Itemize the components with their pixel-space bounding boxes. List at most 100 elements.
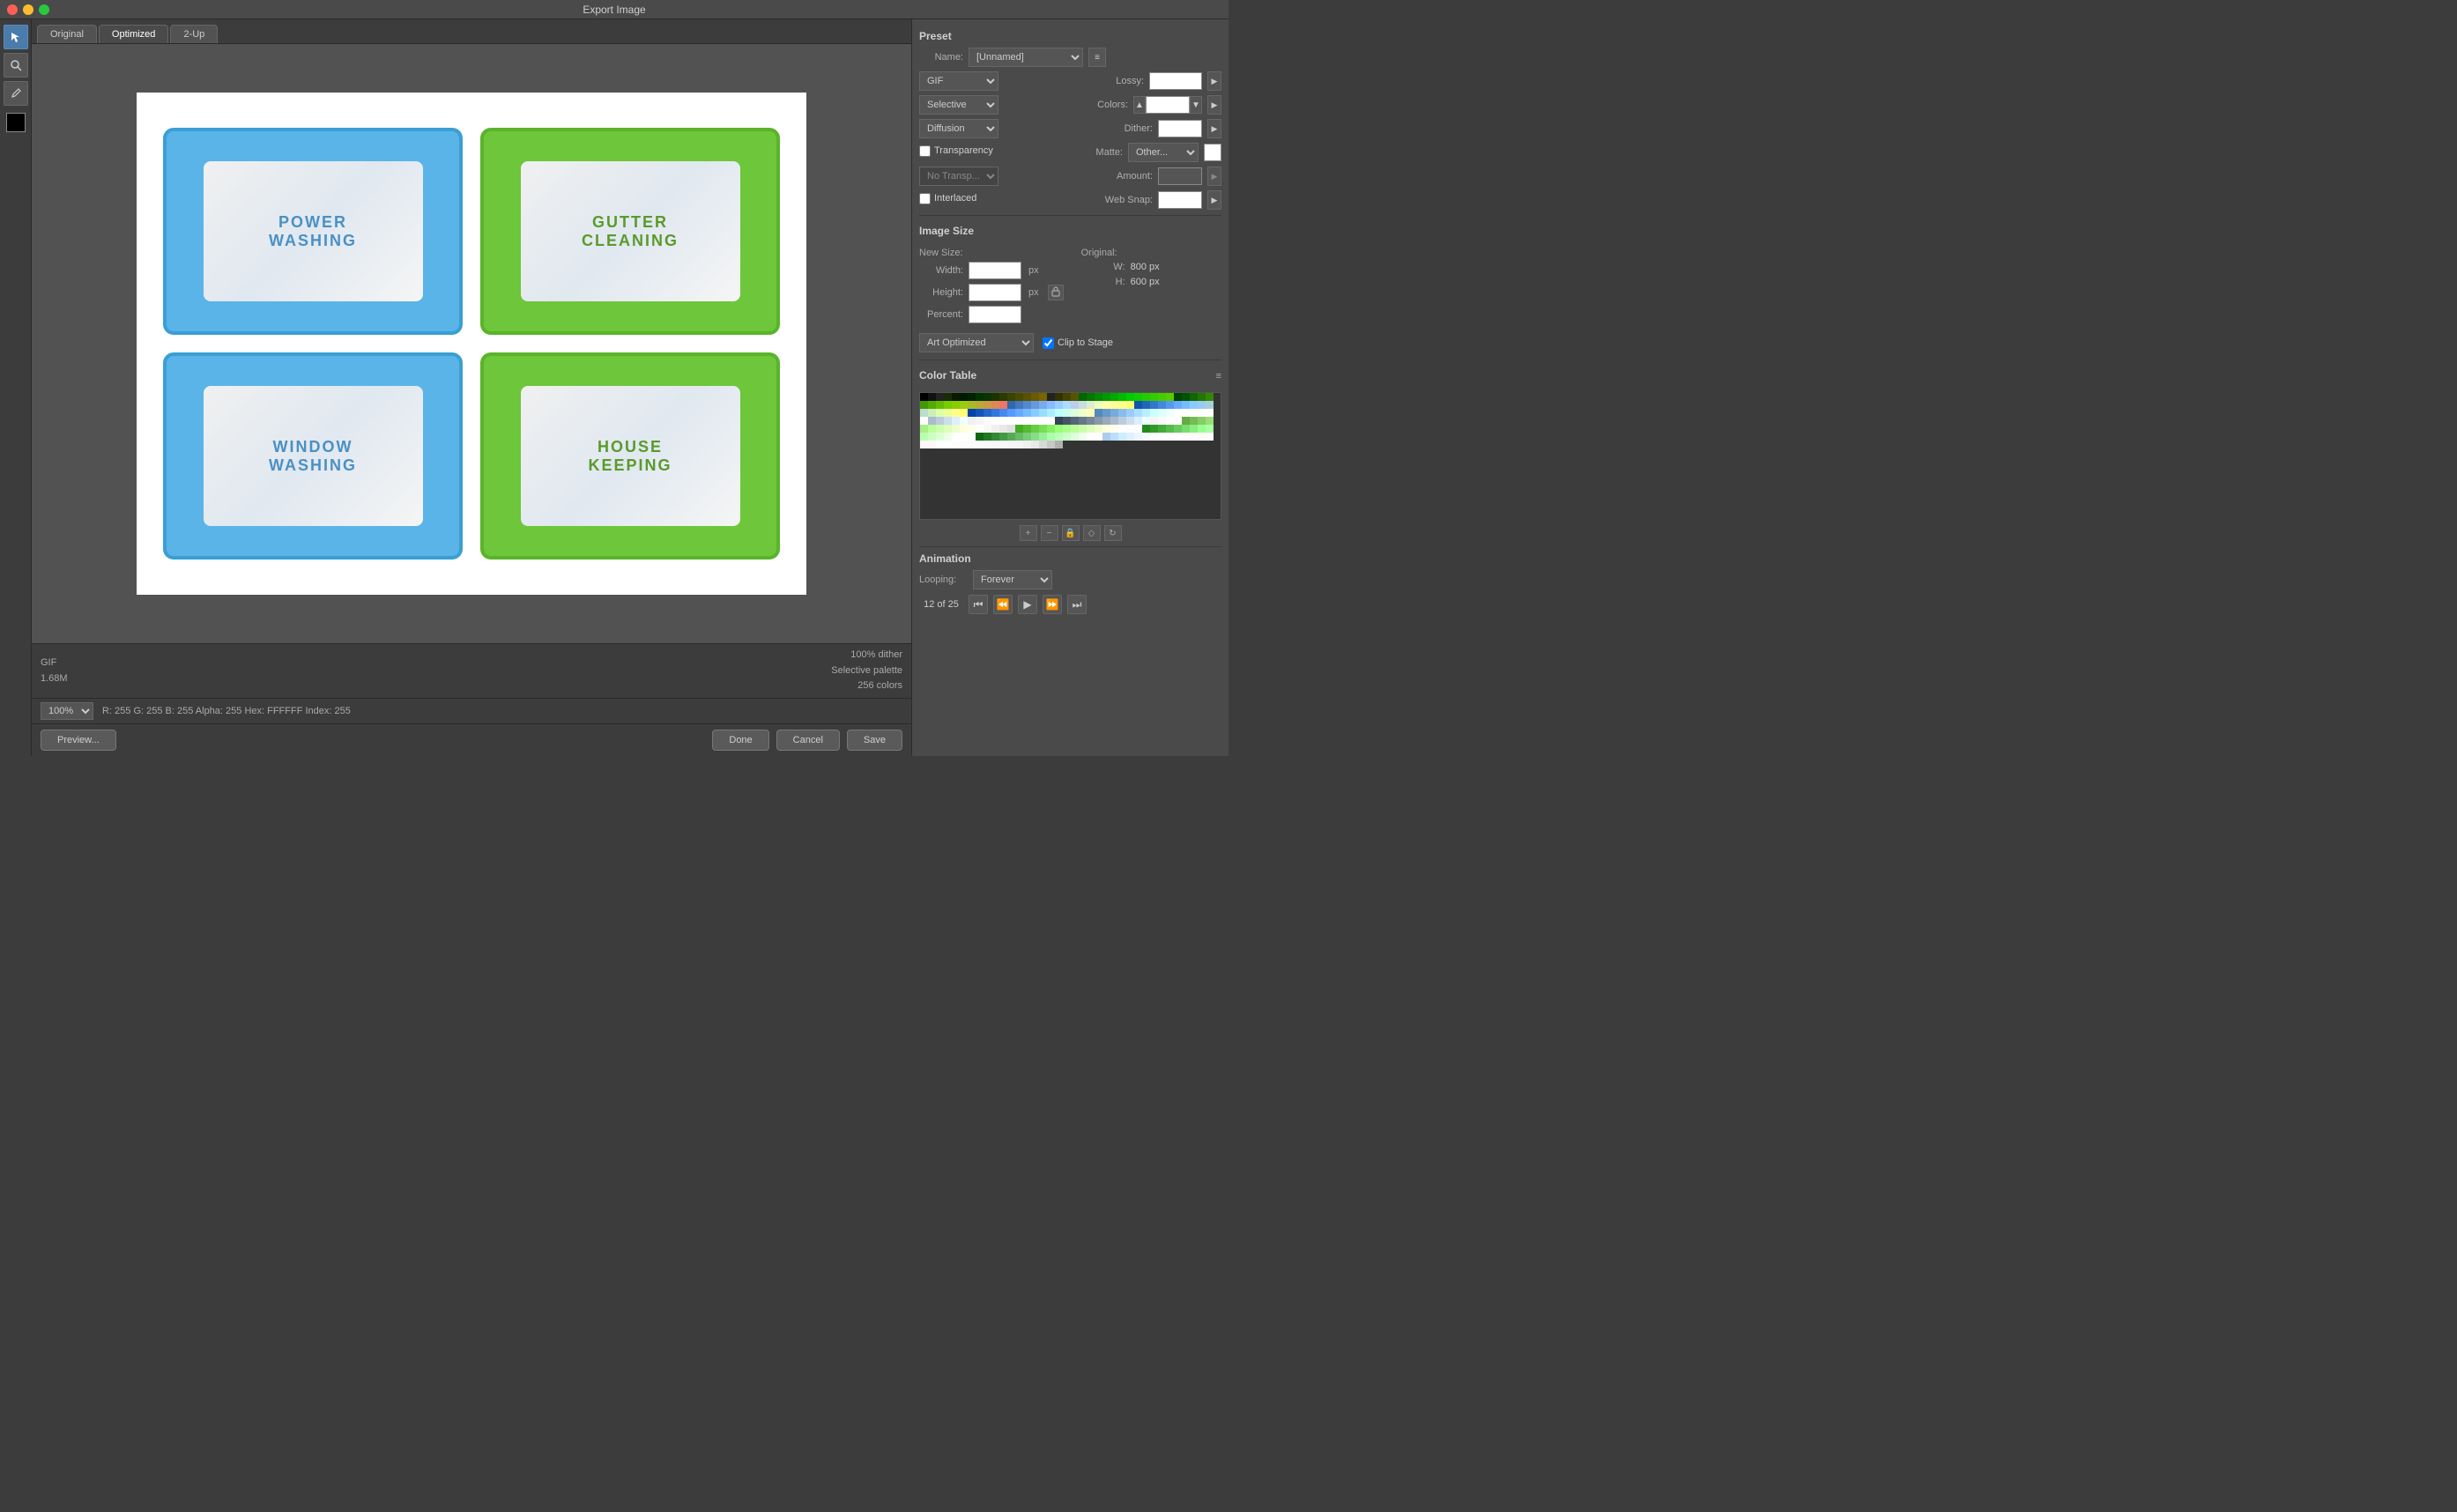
color-swatch-item[interactable]: [920, 433, 928, 441]
color-swatch-item[interactable]: [944, 401, 952, 409]
maximize-button[interactable]: [39, 4, 49, 15]
color-swatch-item[interactable]: [928, 409, 936, 417]
notransp-select[interactable]: No Transp...: [919, 167, 998, 186]
tab-2up[interactable]: 2-Up: [170, 25, 218, 43]
ct-delete-btn[interactable]: −: [1041, 525, 1058, 541]
color-swatch-item[interactable]: [1134, 409, 1142, 417]
color-swatch-item[interactable]: [999, 441, 1007, 448]
color-swatch-item[interactable]: [1023, 393, 1031, 401]
color-swatch-item[interactable]: [1007, 433, 1015, 441]
color-swatch-item[interactable]: [1063, 425, 1071, 433]
color-swatch-item[interactable]: [1198, 409, 1206, 417]
colors-arrow[interactable]: ▶: [1207, 95, 1221, 115]
color-swatch-item[interactable]: [991, 425, 999, 433]
color-swatch-item[interactable]: [1150, 401, 1158, 409]
color-swatch-item[interactable]: [999, 425, 1007, 433]
color-swatch-item[interactable]: [1142, 409, 1150, 417]
matte-color-swatch[interactable]: [1204, 144, 1221, 161]
color-swatch-item[interactable]: [944, 393, 952, 401]
color-swatch-item[interactable]: [1158, 433, 1166, 441]
color-swatch-item[interactable]: [1198, 401, 1206, 409]
color-swatch-item[interactable]: [1079, 417, 1087, 425]
color-swatch-item[interactable]: [1166, 425, 1174, 433]
color-swatch-item[interactable]: [984, 393, 991, 401]
window-controls[interactable]: [7, 4, 49, 15]
color-swatch-item[interactable]: [952, 417, 960, 425]
color-swatch-item[interactable]: [1039, 401, 1047, 409]
color-swatch-item[interactable]: [1158, 425, 1166, 433]
color-swatch-item[interactable]: [960, 425, 968, 433]
color-swatch-item[interactable]: [1206, 401, 1214, 409]
color-swatch-item[interactable]: [1015, 409, 1023, 417]
color-swatch-item[interactable]: [944, 433, 952, 441]
color-swatch-item[interactable]: [991, 401, 999, 409]
color-swatch-item[interactable]: [1110, 417, 1118, 425]
color-swatch-item[interactable]: [920, 401, 928, 409]
color-swatch-item[interactable]: [936, 401, 944, 409]
percent-input[interactable]: 100: [969, 306, 1021, 323]
interlaced-check-row[interactable]: Interlaced: [919, 193, 976, 204]
color-swatch-item[interactable]: [936, 409, 944, 417]
link-dimensions-btn[interactable]: [1048, 285, 1064, 300]
width-input[interactable]: 800: [969, 262, 1021, 279]
color-swatch-item[interactable]: [968, 393, 976, 401]
color-swatch-item[interactable]: [1166, 433, 1174, 441]
anim-next-btn[interactable]: ⏩: [1043, 595, 1062, 614]
color-swatch-item[interactable]: [1031, 401, 1039, 409]
color-swatch-item[interactable]: [1079, 401, 1087, 409]
color-swatch-item[interactable]: [1063, 401, 1071, 409]
color-swatch-item[interactable]: [1174, 425, 1182, 433]
color-swatch-item[interactable]: [1095, 409, 1102, 417]
color-swatch-item[interactable]: [1031, 441, 1039, 448]
color-swatch-item[interactable]: [1055, 393, 1063, 401]
color-swatch-item[interactable]: [1023, 433, 1031, 441]
color-swatch-item[interactable]: [936, 417, 944, 425]
color-swatch-item[interactable]: [1206, 393, 1214, 401]
color-swatch-item[interactable]: [1126, 401, 1134, 409]
color-swatch-item[interactable]: [1031, 433, 1039, 441]
color-swatch-item[interactable]: [1150, 425, 1158, 433]
color-swatch-item[interactable]: [1055, 409, 1063, 417]
transparency-checkbox[interactable]: [919, 145, 931, 157]
clip-to-stage-checkbox[interactable]: [1043, 337, 1054, 349]
color-swatch-item[interactable]: [1039, 409, 1047, 417]
ct-lock-btn[interactable]: 🔒: [1062, 525, 1080, 541]
lossy-input[interactable]: 0: [1149, 72, 1202, 90]
color-swatch-item[interactable]: [920, 409, 928, 417]
interlaced-checkbox[interactable]: [919, 193, 931, 204]
color-swatch-item[interactable]: [928, 425, 936, 433]
color-swatch-item[interactable]: [952, 409, 960, 417]
color-swatch-item[interactable]: [1023, 417, 1031, 425]
color-swatch-item[interactable]: [1174, 393, 1182, 401]
color-swatch-item[interactable]: [1031, 393, 1039, 401]
color-swatch-item[interactable]: [1118, 417, 1126, 425]
color-swatch-item[interactable]: [960, 393, 968, 401]
color-swatch-item[interactable]: [1055, 433, 1063, 441]
colors-stepper[interactable]: ▲ 256 ▼: [1133, 96, 1202, 114]
color-swatch-item[interactable]: [1126, 433, 1134, 441]
color-swatch-item[interactable]: [1126, 393, 1134, 401]
color-swatch-item[interactable]: [1047, 401, 1055, 409]
color-swatch-item[interactable]: [1063, 393, 1071, 401]
color-swatch-item[interactable]: [976, 409, 984, 417]
color-swatch-item[interactable]: [1134, 433, 1142, 441]
color-swatch-item[interactable]: [1110, 401, 1118, 409]
tab-original[interactable]: Original: [37, 25, 97, 43]
color-swatch-item[interactable]: [1118, 433, 1126, 441]
eyedropper-tool[interactable]: [4, 81, 28, 106]
dither-input[interactable]: 100%: [1158, 120, 1202, 137]
color-swatch-item[interactable]: [1063, 433, 1071, 441]
color-swatch-item[interactable]: [1095, 401, 1102, 409]
color-swatch-item[interactable]: [1055, 417, 1063, 425]
ct-shuffle-btn[interactable]: ↻: [1104, 525, 1122, 541]
color-swatch-item[interactable]: [1182, 417, 1190, 425]
selective-select[interactable]: Selective: [919, 95, 998, 115]
color-swatch-item[interactable]: [991, 417, 999, 425]
color-swatch-item[interactable]: [968, 417, 976, 425]
color-swatch-item[interactable]: [1007, 425, 1015, 433]
anim-prev-btn[interactable]: ⏪: [993, 595, 1013, 614]
color-swatch-item[interactable]: [1190, 425, 1198, 433]
color-swatch-item[interactable]: [944, 417, 952, 425]
color-swatch-item[interactable]: [1198, 433, 1206, 441]
color-swatch-item[interactable]: [1190, 401, 1198, 409]
